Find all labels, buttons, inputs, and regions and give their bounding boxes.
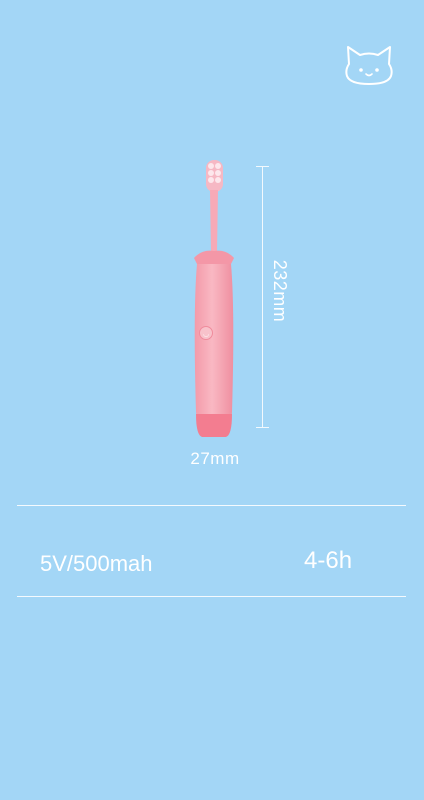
svg-text:◡: ◡ xyxy=(203,330,209,338)
charge-time-spec: 4-6h xyxy=(304,547,353,574)
height-dimension-tick-top xyxy=(256,166,269,167)
cat-face-icon xyxy=(345,46,393,85)
height-dimension-tick-bottom xyxy=(256,427,269,428)
spec-divider-bottom xyxy=(17,596,406,597)
height-dimension-line xyxy=(262,166,263,428)
battery-spec: 5V/500mah xyxy=(40,551,153,576)
width-dimension-label: 27mm xyxy=(190,449,240,468)
product-spec-page: ◡ 232mm 27mm 5V/500mah 4-6h xyxy=(0,0,424,800)
spec-divider-top xyxy=(17,505,406,506)
toothbrush-image: ◡ xyxy=(194,160,234,437)
height-dimension-label: 232mm xyxy=(270,259,290,323)
